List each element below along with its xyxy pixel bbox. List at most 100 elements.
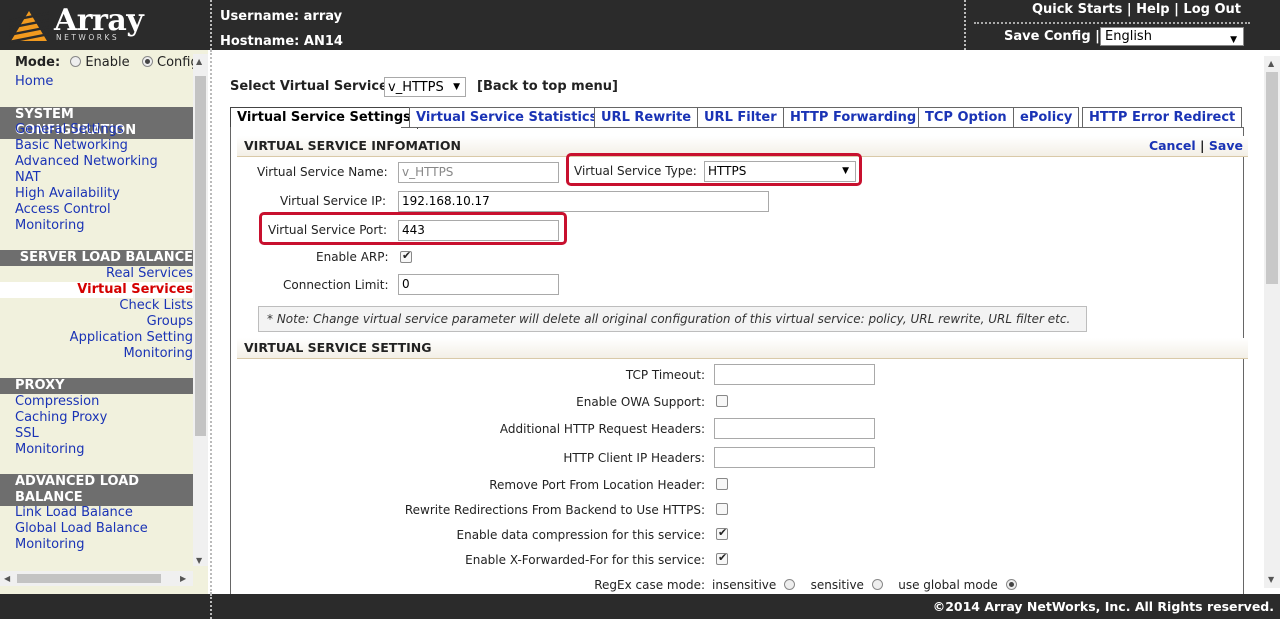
- client-ip-headers-input[interactable]: [714, 447, 875, 468]
- sidebar-item-access-control[interactable]: Access Control: [15, 202, 111, 217]
- help-link[interactable]: Help: [1136, 2, 1169, 17]
- top-links: Quick Starts | Help | Log Out: [1032, 2, 1241, 17]
- x-forwarded-for-checkbox[interactable]: [716, 551, 728, 565]
- change-warning-note: * Note: Change virtual service parameter…: [258, 306, 1087, 332]
- mode-config-radio[interactable]: [142, 56, 154, 67]
- owa-support-label: Enable OWA Support:: [576, 395, 705, 409]
- sidebar-item-ssl[interactable]: SSL: [15, 426, 39, 441]
- save-config-label: Save Config: [1004, 29, 1091, 44]
- back-to-top-menu-link[interactable]: [Back to top menu]: [477, 79, 618, 94]
- tab-url-filter[interactable]: URL Filter: [697, 107, 784, 128]
- regex-mode-options: insensitive sensitive use global mode: [712, 578, 1021, 592]
- language-value: English: [1105, 29, 1152, 44]
- quick-starts-link[interactable]: Quick Starts: [1032, 2, 1122, 17]
- sidebar-item-slb-monitoring[interactable]: Monitoring: [123, 346, 193, 361]
- scroll-down-icon[interactable]: ▼: [1268, 575, 1274, 584]
- enable-arp-checkbox[interactable]: [400, 249, 412, 263]
- username-text: Username: array: [220, 9, 343, 24]
- scroll-up-icon[interactable]: ▲: [1268, 59, 1274, 68]
- tcp-timeout-input[interactable]: [714, 364, 875, 385]
- cancel-link[interactable]: Cancel: [1149, 138, 1196, 153]
- client-ip-headers-label: HTTP Client IP Headers:: [563, 451, 705, 465]
- sidebar-head-server-load-balance: SERVER LOAD BALANCE: [0, 250, 193, 266]
- sidebar-item-home[interactable]: Home: [15, 74, 53, 89]
- tab-virtual-service-statistics[interactable]: Virtual Service Statistics: [409, 107, 605, 128]
- data-compression-label: Enable data compression for this service…: [456, 528, 705, 542]
- service-type-select[interactable]: HTTPS ▼: [704, 161, 856, 182]
- scroll-down-icon[interactable]: ▼: [196, 556, 202, 565]
- data-compression-checkbox[interactable]: [716, 526, 728, 540]
- virtual-service-select[interactable]: v_HTTPS ▼: [384, 77, 466, 97]
- main-scroll-thumb[interactable]: [1266, 72, 1278, 284]
- mode-selector: Mode: Enable Config: [15, 55, 199, 70]
- remove-port-checkbox[interactable]: [716, 478, 728, 490]
- sidebar-item-virtual-services[interactable]: Virtual Services: [0, 282, 193, 298]
- sidebar-item-caching-proxy[interactable]: Caching Proxy: [15, 410, 107, 425]
- language-select[interactable]: English ▼: [1100, 27, 1244, 46]
- rewrite-https-checkbox[interactable]: [716, 503, 728, 515]
- main-vertical-scrollbar[interactable]: ▲ ▼: [1264, 56, 1280, 588]
- top-header: Array NETWORKS Username: array Hostname:…: [0, 0, 1280, 50]
- service-ip-input[interactable]: 192.168.10.17: [398, 191, 769, 212]
- save-config-link[interactable]: Save Config |: [1004, 29, 1100, 44]
- scroll-left-icon[interactable]: ◀: [4, 574, 10, 583]
- logo-subtitle: NETWORKS: [56, 33, 120, 42]
- copyright-text: ©2014 Array NetWorks, Inc. All Rights re…: [932, 599, 1274, 614]
- sidebar-hscroll-thumb[interactable]: [17, 574, 161, 583]
- sidebar-item-global-load-balance[interactable]: Global Load Balance: [15, 521, 148, 536]
- sidebar-item-general-settings[interactable]: General Settings: [15, 122, 124, 137]
- sidebar-item-proxy-monitoring[interactable]: Monitoring: [15, 442, 85, 457]
- service-ip-label: Virtual Service IP:: [280, 194, 387, 208]
- chevron-down-icon: ▼: [842, 166, 849, 176]
- tab-tcp-option[interactable]: TCP Option: [918, 107, 1014, 128]
- sidebar-item-high-availability[interactable]: High Availability: [15, 186, 120, 201]
- footer: ©2014 Array NetWorks, Inc. All Rights re…: [0, 594, 1280, 619]
- scroll-up-icon[interactable]: ▲: [196, 57, 202, 66]
- sidebar-item-groups[interactable]: Groups: [147, 314, 193, 329]
- tab-http-error-redirect[interactable]: HTTP Error Redirect: [1082, 107, 1243, 128]
- header-dotted-line: [974, 22, 1250, 24]
- owa-support-checkbox[interactable]: [716, 395, 728, 407]
- sidebar-item-advanced-networking[interactable]: Advanced Networking: [15, 154, 158, 169]
- sidebar-item-compression[interactable]: Compression: [15, 394, 99, 409]
- sidebar-divider: [210, 50, 212, 594]
- tab-virtual-service-settings[interactable]: Virtual Service Settings: [230, 107, 418, 129]
- mode-enable-radio[interactable]: [70, 56, 82, 67]
- header-divider: [210, 0, 212, 50]
- logout-link[interactable]: Log Out: [1183, 2, 1241, 17]
- sidebar-horizontal-scrollbar[interactable]: ◀ ▶: [0, 571, 193, 586]
- additional-headers-label: Additional HTTP Request Headers:: [499, 422, 705, 436]
- sidebar-item-application-setting[interactable]: Application Setting: [70, 330, 193, 345]
- section-title-setting: VIRTUAL SERVICE SETTING: [244, 340, 432, 355]
- tab-url-rewrite[interactable]: URL Rewrite: [594, 107, 699, 128]
- regex-case-mode-label: RegEx case mode:: [594, 578, 705, 592]
- sidebar-scroll-thumb[interactable]: [195, 76, 206, 436]
- sidebar-item-alb-monitoring[interactable]: Monitoring: [15, 537, 85, 552]
- sidebar-item-check-lists[interactable]: Check Lists: [119, 298, 193, 313]
- enable-arp-label: Enable ARP:: [316, 250, 389, 264]
- section-title-info: VIRTUAL SERVICE INFOMATION: [244, 138, 461, 153]
- scroll-right-icon[interactable]: ▶: [180, 574, 186, 583]
- sidebar-item-real-services[interactable]: Real Services: [106, 266, 193, 281]
- sidebar-vertical-scrollbar[interactable]: ▲ ▼: [193, 54, 208, 566]
- service-name-input[interactable]: v_HTTPS: [398, 162, 559, 183]
- sidebar-item-nat[interactable]: NAT: [15, 170, 41, 185]
- save-link[interactable]: Save: [1209, 138, 1243, 153]
- regex-insensitive-radio[interactable]: [784, 579, 796, 590]
- sidebar: Mode: Enable Config Home SYSTEM CONFIGUR…: [0, 50, 208, 594]
- tab-epolicy[interactable]: ePolicy: [1013, 107, 1080, 128]
- connection-limit-input[interactable]: 0: [398, 274, 559, 295]
- regex-global-radio[interactable]: [1005, 579, 1017, 590]
- sidebar-item-monitoring[interactable]: Monitoring: [15, 218, 85, 233]
- active-tab-gap: [231, 127, 401, 129]
- connection-limit-label: Connection Limit:: [283, 278, 389, 292]
- sidebar-item-basic-networking[interactable]: Basic Networking: [15, 138, 128, 153]
- tab-http-forwarding[interactable]: HTTP Forwarding: [783, 107, 924, 128]
- sidebar-item-link-load-balance[interactable]: Link Load Balance: [15, 505, 133, 520]
- mode-label: Mode:: [15, 55, 61, 70]
- service-port-input[interactable]: 443: [398, 220, 559, 241]
- alb-head-line1: ADVANCED LOAD: [15, 474, 140, 489]
- header-divider-right: [964, 0, 966, 50]
- regex-sensitive-radio[interactable]: [871, 579, 883, 590]
- additional-headers-input[interactable]: [714, 418, 875, 439]
